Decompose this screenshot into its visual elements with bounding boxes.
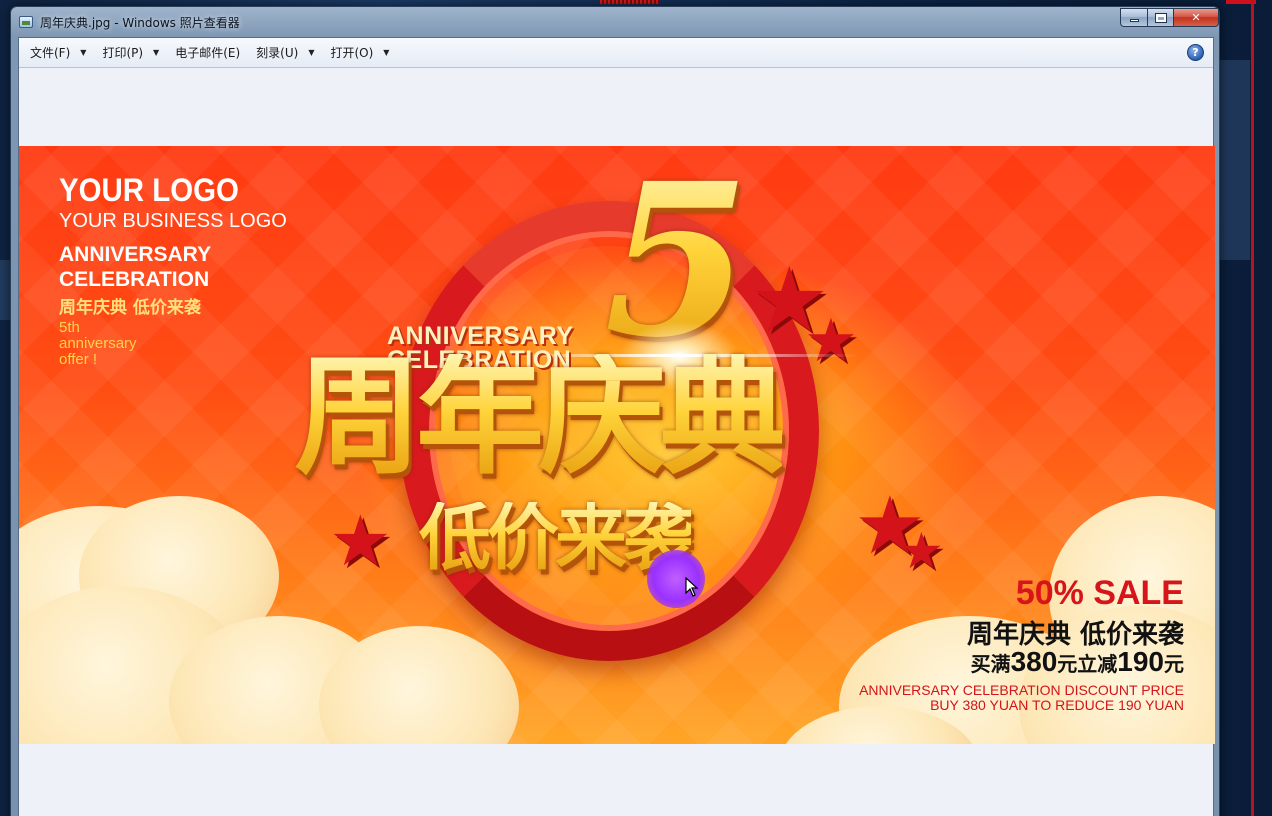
left-offer-line3: offer !	[59, 351, 98, 368]
menu-file-label: 文件(F)	[30, 46, 71, 60]
left-chinese-slogan: 周年庆典 低价来袭	[59, 298, 201, 318]
promo-buy: 买满	[970, 652, 1011, 676]
displayed-photo[interactable]: ★ ★ ★ ★ ★ 5 ANNIVERSARY CELEBRATION 周年庆典…	[19, 146, 1215, 744]
chevron-down-icon: ▼	[308, 48, 315, 57]
menu-bar: 文件(F) ▼ 打印(P) ▼ 电子邮件(E) 刻录(U) ▼ 打开(O) ▼ …	[19, 38, 1213, 68]
menu-open[interactable]: 打开(O) ▼	[322, 42, 397, 64]
menu-file[interactable]: 文件(F) ▼	[22, 42, 94, 64]
star-icon: ★	[329, 500, 392, 582]
menu-print[interactable]: 打印(P) ▼	[94, 42, 167, 64]
desktop-red-notch	[600, 0, 660, 4]
left-ann-line1: ANNIVERSARY	[59, 243, 212, 266]
promo-amount-190: 190	[1117, 646, 1164, 677]
maximize-icon	[1154, 12, 1167, 23]
logo-subtitle: YOUR BUSINESS LOGO	[59, 210, 287, 232]
menu-open-label: 打开(O)	[330, 46, 374, 60]
chevron-down-icon: ▼	[80, 48, 87, 57]
sale-headline: 50% SALE	[1015, 574, 1184, 612]
minimize-button[interactable]	[1120, 8, 1147, 27]
left-offer-line2: anniversary	[59, 335, 137, 352]
close-button[interactable]: ✕	[1173, 8, 1219, 27]
menu-email-label: 电子邮件(E)	[175, 46, 241, 60]
star-icon: ★	[899, 522, 944, 580]
left-ann-line2: CELEBRATION	[59, 268, 210, 291]
maximize-button[interactable]	[1147, 8, 1173, 27]
promo-amount-380: 380	[1010, 646, 1058, 677]
menu-print-label: 打印(P)	[102, 46, 144, 60]
menu-email[interactable]: 电子邮件(E)	[167, 42, 248, 64]
photo-viewer-window: 周年庆典.jpg - Windows 照片查看器 ✕ 文件(F) ▼ 打印(P)…	[10, 6, 1220, 816]
window-title: 周年庆典.jpg - Windows 照片查看器	[40, 16, 240, 30]
left-offer-line1: 5th	[59, 319, 80, 336]
title-bar[interactable]: 周年庆典.jpg - Windows 照片查看器 ✕	[11, 7, 1219, 37]
star-icon: ★	[804, 306, 858, 376]
chevron-down-icon: ▼	[153, 48, 160, 57]
desktop-red-edge	[1251, 0, 1254, 816]
promo-yuan: 元	[1164, 652, 1184, 676]
promo-english-text: ANNIVERSARY CELEBRATION DISCOUNT PRICE B…	[859, 683, 1184, 713]
chevron-down-icon: ▼	[383, 48, 390, 57]
main-chinese-title: 周年庆典	[294, 343, 788, 492]
menu-burn-label: 刻录(U)	[256, 46, 299, 60]
promo-en-line2: BUY 380 YUAN TO REDUCE 190 YUAN	[930, 697, 1184, 713]
caption-buttons: ✕	[1120, 8, 1219, 28]
left-anniversary-text: ANNIVERSARY CELEBRATION	[59, 242, 211, 292]
viewer-client-area: 文件(F) ▼ 打印(P) ▼ 电子邮件(E) 刻录(U) ▼ 打开(O) ▼ …	[18, 37, 1215, 816]
promo-discount-line: 买满 380 元立减 190 元	[971, 646, 1184, 678]
desktop-streak	[1220, 60, 1250, 260]
close-icon: ✕	[1191, 11, 1201, 24]
menu-burn[interactable]: 刻录(U) ▼	[248, 42, 322, 64]
minimize-icon	[1129, 19, 1139, 22]
help-button[interactable]: ?	[1187, 44, 1204, 61]
left-offer-text: 5th anniversary offer !	[59, 320, 137, 368]
help-icon: ?	[1192, 46, 1199, 59]
promo-yuan-reduce: 元立减	[1057, 652, 1118, 676]
logo-title: YOUR LOGO	[59, 172, 239, 208]
promo-en-line1: ANNIVERSARY CELEBRATION DISCOUNT PRICE	[859, 682, 1184, 698]
photo-viewer-app-icon[interactable]	[19, 16, 33, 28]
